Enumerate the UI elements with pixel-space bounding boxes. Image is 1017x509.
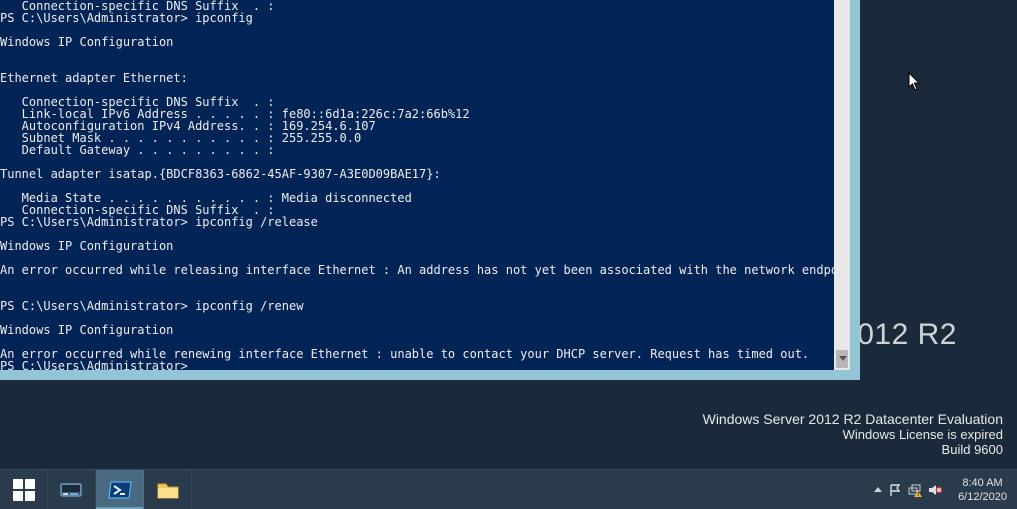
action-center-flag-icon[interactable] bbox=[888, 483, 902, 497]
desktop-watermark: Windows Server 2012 R2 Datacenter Evalua… bbox=[703, 411, 1003, 457]
console-line: PS C:\Users\Administrator> ipconfig /rel… bbox=[0, 216, 834, 228]
volume-mute-icon[interactable] bbox=[928, 483, 942, 497]
mouse-cursor-icon bbox=[908, 72, 924, 92]
start-button[interactable] bbox=[0, 470, 48, 509]
desktop: 012 R2 Connection-specific DNS Suffix . … bbox=[0, 0, 1017, 509]
powershell-icon bbox=[106, 478, 134, 502]
windows-logo-icon bbox=[13, 479, 35, 501]
console-line: Windows IP Configuration bbox=[0, 240, 834, 252]
scrollbar-vertical[interactable] bbox=[834, 0, 850, 370]
tray-icons bbox=[874, 483, 942, 497]
powershell-console-output[interactable]: Connection-specific DNS Suffix . :PS C:\… bbox=[0, 0, 834, 370]
console-line: PS C:\Users\Administrator> ipconfig bbox=[0, 12, 834, 24]
console-line: Windows IP Configuration bbox=[0, 324, 834, 336]
folder-icon bbox=[154, 478, 182, 502]
watermark-license: Windows License is expired bbox=[703, 427, 1003, 442]
clock-time: 8:40 AM bbox=[958, 476, 1007, 490]
clock-date: 6/12/2020 bbox=[958, 490, 1007, 504]
system-tray[interactable]: 8:40 AM 6/12/2020 bbox=[874, 470, 1017, 509]
tray-overflow-icon[interactable] bbox=[874, 487, 882, 492]
console-line: Windows IP Configuration bbox=[0, 36, 834, 48]
scrollbar-thumb[interactable] bbox=[836, 350, 848, 368]
console-line bbox=[0, 48, 834, 60]
console-line: Ethernet adapter Ethernet: bbox=[0, 72, 834, 84]
watermark-build: Build 9600 bbox=[703, 442, 1003, 457]
taskbar-file-explorer[interactable] bbox=[144, 470, 192, 509]
powershell-window[interactable]: Connection-specific DNS Suffix . :PS C:\… bbox=[0, 0, 860, 380]
taskbar[interactable]: 8:40 AM 6/12/2020 bbox=[0, 469, 1017, 509]
taskbar-server-manager[interactable] bbox=[48, 470, 96, 509]
network-warning-icon[interactable] bbox=[908, 483, 922, 497]
console-line: PS C:\Users\Administrator> ipconfig /ren… bbox=[0, 300, 834, 312]
server-manager-icon bbox=[58, 478, 86, 502]
taskbar-powershell[interactable] bbox=[96, 470, 144, 509]
console-line: Tunnel adapter isatap.{BDCF8363-6862-45A… bbox=[0, 168, 834, 180]
taskbar-clock[interactable]: 8:40 AM 6/12/2020 bbox=[950, 476, 1007, 504]
console-line: An error occurred while releasing interf… bbox=[0, 264, 834, 276]
desktop-os-brand: 012 R2 bbox=[857, 318, 957, 352]
console-line: PS C:\Users\Administrator> bbox=[0, 360, 834, 370]
scrollbar-down-arrow-icon bbox=[839, 356, 847, 361]
console-line bbox=[0, 276, 834, 288]
watermark-edition: Windows Server 2012 R2 Datacenter Evalua… bbox=[703, 411, 1003, 427]
taskbar-left bbox=[0, 470, 192, 509]
console-line: Default Gateway . . . . . . . . . : bbox=[0, 144, 834, 156]
